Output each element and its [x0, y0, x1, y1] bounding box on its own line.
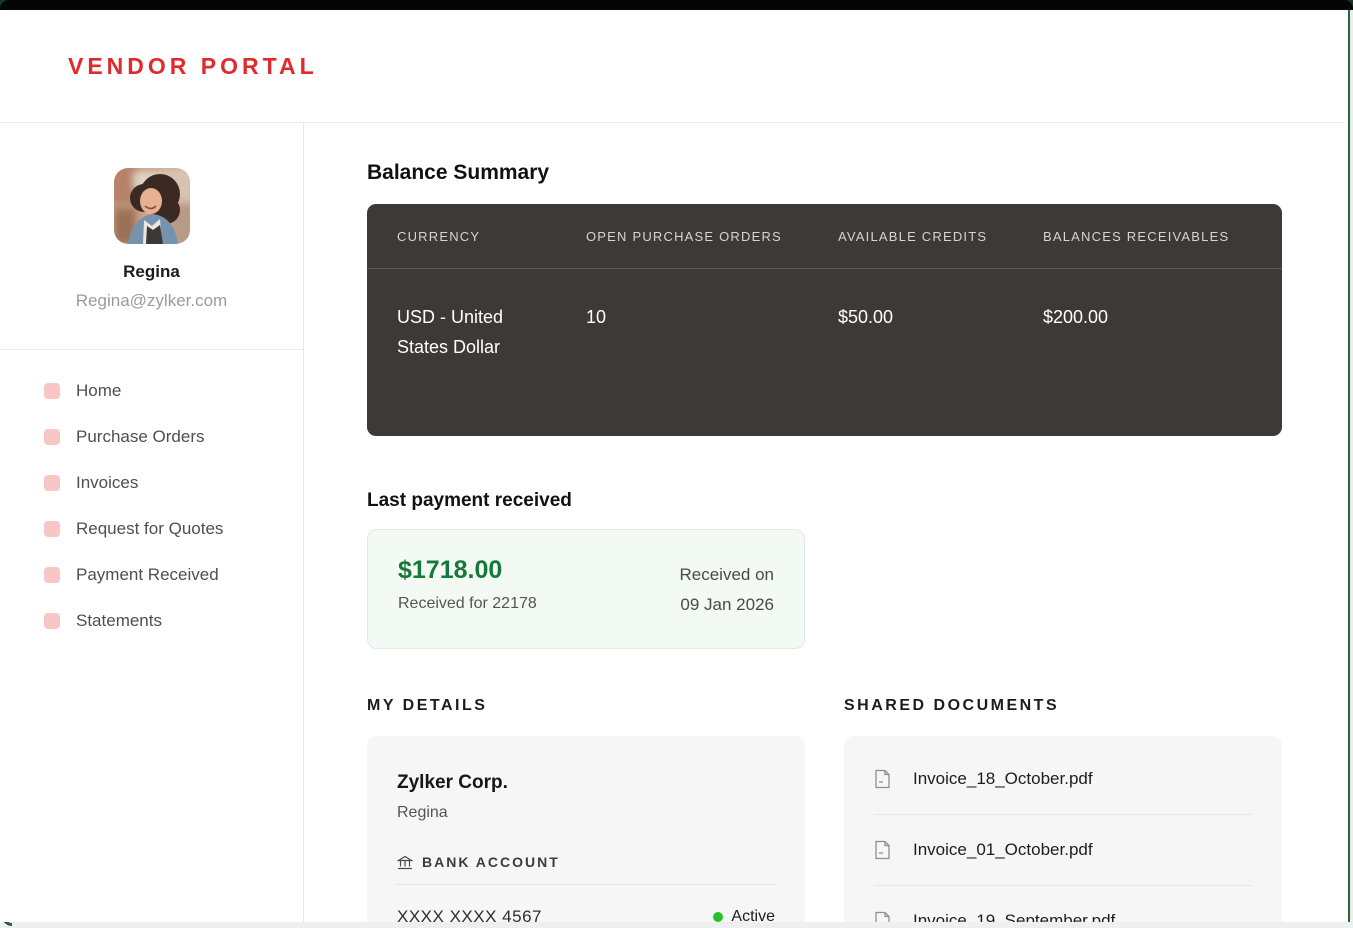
column-header-balances-receivables: BALANCES RECEIVABLES [1043, 229, 1282, 244]
status-label: Active [731, 908, 775, 922]
cell-balances-receivables: $200.00 [1043, 302, 1282, 362]
cell-available-credits: $50.00 [838, 302, 1043, 362]
bank-account-label: BANK ACCOUNT [422, 854, 560, 870]
file-icon [874, 911, 891, 922]
account-status: Active [713, 908, 775, 922]
my-details-section: MY DETAILS Zylker Corp. Regina [367, 697, 805, 922]
file-icon [874, 769, 891, 789]
account-number: XXXX XXXX 4567 [397, 907, 542, 922]
window-right-edge [1345, 10, 1353, 922]
app-title: VENDOR PORTAL [68, 53, 318, 80]
balance-summary-title: Balance Summary [367, 161, 1282, 185]
received-on-date: 09 Jan 2026 [679, 590, 774, 620]
last-payment-reference: Received for 22178 [398, 595, 537, 613]
bank-account-header: BANK ACCOUNT [397, 854, 775, 870]
window-bottom-edge [0, 922, 1353, 928]
nav-bullet-icon [44, 383, 60, 399]
nav-bullet-icon [44, 521, 60, 537]
balance-table-row: USD - United States Dollar 10 $50.00 $20… [367, 269, 1282, 362]
last-payment-left: $1718.00 Received for 22178 [398, 556, 537, 620]
shared-document-item[interactable]: Invoice_18_October.pdf [874, 744, 1252, 815]
sidebar-nav: Home Purchase Orders Invoices Request fo… [0, 350, 303, 644]
file-name: Invoice_19_September.pdf [913, 911, 1115, 922]
received-on-label: Received on [679, 560, 774, 590]
sidebar-item-label: Invoices [76, 473, 138, 493]
window-top-bar [0, 0, 1353, 10]
bank-icon [397, 855, 413, 870]
app-header: VENDOR PORTAL [0, 10, 1345, 123]
sidebar-item-purchase-orders[interactable]: Purchase Orders [44, 414, 303, 460]
last-payment-title: Last payment received [367, 490, 1282, 512]
nav-bullet-icon [44, 613, 60, 629]
nav-bullet-icon [44, 567, 60, 583]
balance-summary-table: CURRENCY OPEN PURCHASE ORDERS AVAILABLE … [367, 204, 1282, 436]
sidebar-item-label: Home [76, 381, 121, 401]
contact-name: Regina [397, 804, 775, 822]
sidebar-item-label: Statements [76, 611, 162, 631]
bank-account-row: XXXX XXXX 4567 Active [397, 907, 775, 922]
profile-block: Regina Regina@zylker.com [0, 123, 303, 311]
sidebar-item-label: Purchase Orders [76, 427, 205, 447]
sidebar-item-label: Request for Quotes [76, 519, 223, 539]
cell-currency: USD - United States Dollar [397, 302, 586, 362]
sidebar-item-request-for-quotes[interactable]: Request for Quotes [44, 506, 303, 552]
shared-document-item[interactable]: Invoice_19_September.pdf [874, 886, 1252, 922]
main-content: Balance Summary CURRENCY OPEN PURCHASE O… [304, 123, 1345, 922]
cell-open-purchase-orders: 10 [586, 302, 838, 362]
vendor-portal-page: VENDOR PORTAL [0, 10, 1345, 922]
status-dot-icon [713, 912, 723, 922]
last-payment-amount: $1718.00 [398, 556, 537, 585]
avatar-photo-illustration [114, 168, 190, 244]
my-details-card: Zylker Corp. Regina [367, 736, 805, 922]
last-payment-date-block: Received on 09 Jan 2026 [679, 556, 774, 620]
shared-documents-card: Invoice_18_October.pdf Invoice_01_Octob [844, 736, 1282, 922]
nav-bullet-icon [44, 429, 60, 445]
sidebar-item-invoices[interactable]: Invoices [44, 460, 303, 506]
column-header-available-credits: AVAILABLE CREDITS [838, 229, 1043, 244]
balance-table-header: CURRENCY OPEN PURCHASE ORDERS AVAILABLE … [367, 204, 1282, 269]
sidebar-item-statements[interactable]: Statements [44, 598, 303, 644]
shared-document-item[interactable]: Invoice_01_October.pdf [874, 815, 1252, 886]
file-name: Invoice_18_October.pdf [913, 769, 1093, 789]
avatar [114, 168, 190, 244]
last-payment-card: $1718.00 Received for 22178 Received on … [367, 529, 805, 649]
company-name: Zylker Corp. [397, 772, 775, 794]
my-details-title: MY DETAILS [367, 697, 805, 715]
shared-documents-title: SHARED DOCUMENTS [844, 697, 1282, 715]
sidebar-item-label: Payment Received [76, 565, 219, 585]
file-name: Invoice_01_October.pdf [913, 840, 1093, 860]
nav-bullet-icon [44, 475, 60, 491]
sidebar: Regina Regina@zylker.com Home Purchase O… [0, 123, 304, 922]
sidebar-item-payment-received[interactable]: Payment Received [44, 552, 303, 598]
bank-account-divider [397, 884, 775, 885]
file-icon [874, 840, 891, 860]
profile-email: Regina@zylker.com [76, 291, 227, 311]
shared-documents-section: SHARED DOCUMENTS Invoice_18_October.pdf [844, 697, 1282, 922]
column-header-open-purchase-orders: OPEN PURCHASE ORDERS [586, 229, 838, 244]
column-header-currency: CURRENCY [397, 229, 586, 244]
sidebar-item-home[interactable]: Home [44, 368, 303, 414]
profile-name: Regina [123, 262, 180, 282]
